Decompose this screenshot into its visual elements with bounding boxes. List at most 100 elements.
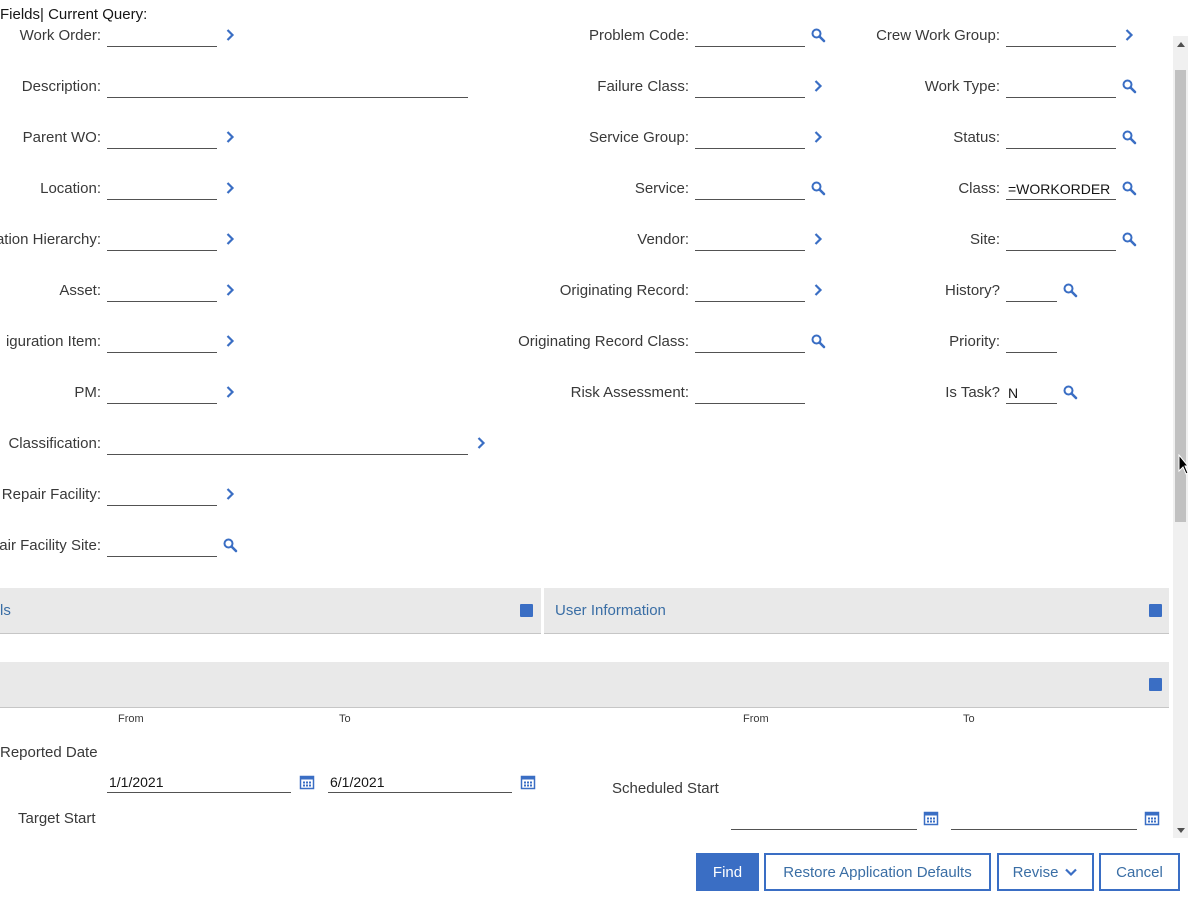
pm-label: PM:	[74, 384, 101, 401]
parent-wo-label: Parent WO:	[22, 129, 101, 146]
chevron-right-icon[interactable]	[222, 384, 238, 400]
class-field[interactable]: =WORKORDER	[1006, 178, 1116, 200]
revise-label: Revise	[1012, 863, 1059, 881]
cancel-button[interactable]: Cancel	[1099, 853, 1180, 891]
repair-facility-label: Repair Facility:	[1, 486, 101, 503]
ation-hierarchy-label: ation Hierarchy:	[0, 231, 101, 248]
work-order-field[interactable]	[107, 25, 217, 47]
restore-application-defaults-button[interactable]: Restore Application Defaults	[764, 853, 991, 891]
search-icon[interactable]	[810, 180, 826, 196]
iguration-item-field[interactable]	[107, 331, 217, 353]
chevron-right-icon[interactable]	[222, 282, 238, 298]
repair-facility-field[interactable]	[107, 484, 217, 506]
calendar-icon[interactable]	[520, 774, 536, 790]
scroll-up-arrow-icon[interactable]	[1177, 42, 1185, 47]
chevron-right-icon[interactable]	[222, 129, 238, 145]
work-type-field[interactable]	[1006, 76, 1116, 98]
service-group-field[interactable]	[695, 127, 805, 149]
vendor-label: Vendor:	[637, 231, 689, 248]
scheduled-start-label: Scheduled Start	[612, 780, 719, 797]
chevron-right-icon[interactable]	[473, 435, 489, 451]
scheduled-start-from-field[interactable]	[731, 808, 917, 830]
air-facility-site-label: air Facility Site:	[0, 537, 101, 554]
reported-date-label: Reported Date	[0, 744, 98, 761]
is-task-field[interactable]: N	[1006, 382, 1057, 404]
from-label-left: From	[118, 713, 144, 725]
search-icon[interactable]	[1121, 78, 1137, 94]
chevron-right-icon[interactable]	[222, 180, 238, 196]
search-icon[interactable]	[810, 333, 826, 349]
chevron-right-icon[interactable]	[810, 282, 826, 298]
work-type-label: Work Type:	[924, 78, 1000, 95]
crew-work-group-field[interactable]	[1006, 25, 1116, 47]
service-field[interactable]	[695, 178, 805, 200]
expand-details-icon[interactable]	[520, 604, 533, 617]
collapse-dates-icon[interactable]	[1149, 678, 1162, 691]
problem-code-field[interactable]	[695, 25, 805, 47]
calendar-icon[interactable]	[923, 810, 939, 826]
history-label: History?	[944, 282, 1000, 299]
pm-field[interactable]	[107, 382, 217, 404]
location-field[interactable]	[107, 178, 217, 200]
chevron-right-icon[interactable]	[222, 486, 238, 502]
classification-field[interactable]	[107, 433, 468, 455]
from-label-right: From	[743, 713, 769, 725]
status-field[interactable]	[1006, 127, 1116, 149]
history-field[interactable]	[1006, 280, 1057, 302]
dialog-title: Fields| Current Query:	[0, 6, 148, 23]
problem-code-label: Problem Code:	[588, 27, 689, 44]
search-icon[interactable]	[222, 537, 238, 553]
chevron-right-icon[interactable]	[222, 27, 238, 43]
chevron-right-icon[interactable]	[810, 129, 826, 145]
search-icon[interactable]	[810, 27, 826, 43]
is-task-label: Is Task?	[945, 384, 1000, 401]
reported-date-from-field[interactable]: 1/1/2021	[107, 771, 291, 793]
failure-class-field[interactable]	[695, 76, 805, 98]
calendar-icon[interactable]	[299, 774, 315, 790]
air-facility-site-field[interactable]	[107, 535, 217, 557]
chevron-right-icon[interactable]	[1121, 27, 1137, 43]
risk-assessment-field[interactable]	[695, 382, 805, 404]
search-icon[interactable]	[1062, 282, 1078, 298]
description-field[interactable]	[107, 76, 468, 98]
find-button[interactable]: Find	[696, 853, 759, 891]
classification-label: Classification:	[8, 435, 101, 452]
risk-assessment-label: Risk Assessment:	[570, 384, 689, 401]
chevron-right-icon[interactable]	[222, 231, 238, 247]
target-start-label: Target Start	[18, 810, 96, 827]
description-label: Description:	[21, 78, 101, 95]
scroll-down-arrow-icon[interactable]	[1177, 828, 1185, 833]
vendor-field[interactable]	[695, 229, 805, 251]
asset-field[interactable]	[107, 280, 217, 302]
asset-label: Asset:	[59, 282, 101, 299]
originating-record-field[interactable]	[695, 280, 805, 302]
section-title-user-information[interactable]: User Information	[555, 602, 666, 619]
search-icon[interactable]	[1062, 384, 1078, 400]
search-icon[interactable]	[1121, 180, 1137, 196]
priority-field[interactable]	[1006, 331, 1057, 353]
section-title-details[interactable]: ls	[0, 602, 11, 619]
chevron-right-icon[interactable]	[810, 231, 826, 247]
chevron-right-icon[interactable]	[810, 78, 826, 94]
work-order-label: Work Order:	[19, 27, 101, 44]
reported-date-to-field[interactable]: 6/1/2021	[328, 771, 512, 793]
chevron-right-icon[interactable]	[222, 333, 238, 349]
class-label: Class:	[958, 180, 1000, 197]
originating-record-label: Originating Record:	[559, 282, 689, 299]
originating-record-class-field[interactable]	[695, 331, 805, 353]
to-label-left: To	[339, 713, 351, 725]
status-label: Status:	[953, 129, 1000, 146]
site-field[interactable]	[1006, 229, 1116, 251]
search-icon[interactable]	[1121, 231, 1137, 247]
expand-user-information-icon[interactable]	[1149, 604, 1162, 617]
ation-hierarchy-field[interactable]	[107, 229, 217, 251]
search-icon[interactable]	[1121, 129, 1137, 145]
parent-wo-field[interactable]	[107, 127, 217, 149]
scheduled-start-to-field[interactable]	[951, 808, 1137, 830]
location-label: Location:	[40, 180, 101, 197]
section-bar-details	[0, 588, 541, 634]
calendar-icon[interactable]	[1144, 810, 1160, 826]
revise-button[interactable]: Revise	[997, 853, 1094, 891]
crew-work-group-label: Crew Work Group:	[876, 27, 1000, 44]
to-label-right: To	[963, 713, 975, 725]
